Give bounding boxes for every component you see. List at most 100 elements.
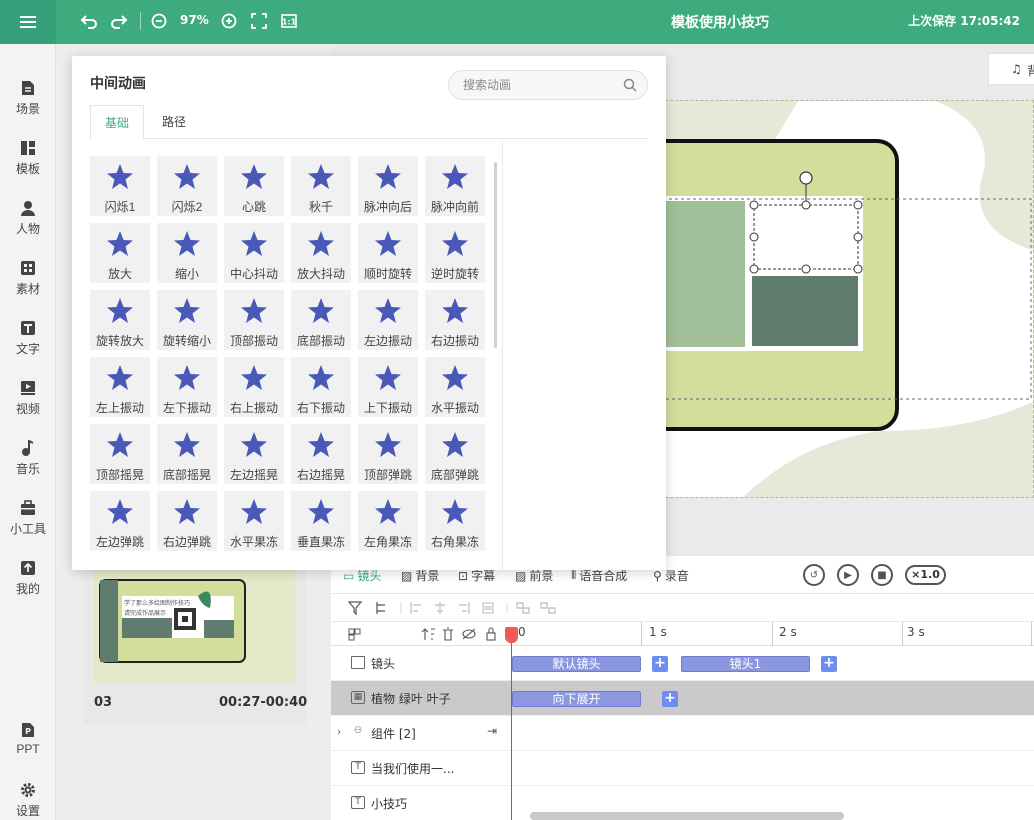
add-clip-button[interactable]: +: [662, 691, 678, 707]
animation-option[interactable]: 右下振动: [291, 357, 351, 417]
ungroup-icon: [540, 602, 556, 614]
star-icon: [375, 499, 401, 524]
sidebar-item-ppt[interactable]: P PPT: [0, 720, 56, 770]
timeline-ruler[interactable]: 0 1 s 2 s 3 s: [331, 622, 1034, 646]
sidebar-item-text[interactable]: 文字: [0, 318, 56, 368]
popup-divider: [502, 140, 503, 570]
animation-option[interactable]: 顺时旋转: [358, 223, 418, 283]
timeline-row-text-1[interactable]: T 当我们使用一...: [331, 751, 1034, 786]
tab-basic[interactable]: 基础: [90, 105, 145, 139]
animation-option[interactable]: 放大抖动: [291, 223, 351, 283]
menu-button[interactable]: [0, 0, 56, 44]
sidebar-item-video[interactable]: 视频: [0, 378, 56, 428]
animation-option[interactable]: 右边振动: [425, 290, 485, 350]
actual-size-icon[interactable]: 1:1: [278, 10, 300, 32]
background-music-button[interactable]: ♫ 背: [988, 53, 1034, 85]
star-icon: [174, 231, 200, 256]
animation-option[interactable]: 底部摇晃: [157, 424, 217, 484]
animation-option[interactable]: 顶部弹跳: [358, 424, 418, 484]
animation-option[interactable]: 水平振动: [425, 357, 485, 417]
sidebar-item-scene[interactable]: 场景: [0, 78, 56, 128]
animation-option[interactable]: 左角果冻: [358, 491, 418, 551]
visibility-icon: [462, 628, 476, 640]
ruler-tick: [902, 622, 903, 646]
add-clip-button[interactable]: +: [652, 656, 668, 672]
timeline-row-group[interactable]: › ⚇ 组件 [2] ⇥: [331, 716, 1034, 751]
sidebar-item-template[interactable]: 模板: [0, 138, 56, 188]
animation-option[interactable]: 上下振动: [358, 357, 418, 417]
animation-option[interactable]: 左上振动: [90, 357, 150, 417]
redo-icon[interactable]: [108, 10, 130, 32]
thumb-text: 请完成作品展示: [124, 610, 167, 617]
animation-option[interactable]: 放大: [90, 223, 150, 283]
sidebar-item-settings[interactable]: 设置: [0, 780, 56, 820]
speed-selector[interactable]: ×1.0: [905, 565, 946, 585]
star-icon: [375, 432, 401, 457]
zoom-level: 97%: [180, 13, 209, 27]
clip-camera-1[interactable]: 镜头1: [681, 656, 810, 672]
replay-button[interactable]: ↺: [803, 564, 825, 586]
sidebar-item-label: 我的: [15, 582, 40, 596]
distribute-icon: [482, 602, 494, 614]
animation-search-box[interactable]: [448, 70, 648, 100]
animation-option[interactable]: 右边弹跳: [157, 491, 217, 551]
animation-option[interactable]: 左下振动: [157, 357, 217, 417]
playhead-handle[interactable]: [505, 627, 518, 643]
animation-option[interactable]: 脉冲向前: [425, 156, 485, 216]
row-label: 植物 绿叶 叶子: [371, 692, 451, 706]
animation-label: 闪烁2: [171, 200, 203, 214]
star-icon: [442, 298, 468, 323]
animation-option[interactable]: 闪烁1: [90, 156, 150, 216]
animation-option[interactable]: 底部振动: [291, 290, 351, 350]
animation-option[interactable]: 垂直果冻: [291, 491, 351, 551]
animation-option[interactable]: 左边振动: [358, 290, 418, 350]
sidebar-item-person[interactable]: 人物: [0, 198, 56, 248]
search-input[interactable]: [463, 78, 613, 92]
animation-option[interactable]: 中心抖动: [224, 223, 284, 283]
animation-option[interactable]: 顶部摇晃: [90, 424, 150, 484]
animation-option[interactable]: 旋转放大: [90, 290, 150, 350]
fullscreen-icon[interactable]: [248, 10, 270, 32]
clip-expand-down[interactable]: 向下展开: [512, 691, 641, 707]
expand-chevron-icon[interactable]: ›: [337, 725, 341, 738]
exit-group-icon[interactable]: ⇥: [487, 724, 497, 738]
undo-icon[interactable]: [78, 10, 100, 32]
timeline-row-plant[interactable]: ▦ 植物 绿叶 叶子: [331, 681, 1034, 716]
animation-option[interactable]: 右角果冻: [425, 491, 485, 551]
clip-default-camera[interactable]: 默认镜头: [512, 656, 641, 672]
timeline-scrollbar[interactable]: [530, 812, 844, 820]
animation-option[interactable]: 闪烁2: [157, 156, 217, 216]
animation-option[interactable]: 右上振动: [224, 357, 284, 417]
animation-option[interactable]: 缩小: [157, 223, 217, 283]
ruler-label: 0: [518, 625, 526, 639]
ruler-tick: [1031, 622, 1032, 646]
zoom-out-icon[interactable]: [148, 10, 170, 32]
stop-button[interactable]: ■: [871, 564, 893, 586]
sidebar-item-mine[interactable]: 我的: [0, 558, 56, 608]
add-clip-button[interactable]: +: [821, 656, 837, 672]
animation-label: 闪烁1: [104, 200, 136, 214]
animation-option[interactable]: 底部弹跳: [425, 424, 485, 484]
animation-option[interactable]: 秋千: [291, 156, 351, 216]
animation-option[interactable]: 旋转缩小: [157, 290, 217, 350]
scene-thumbnail[interactable]: 学了那么多绘图制作技巧 请完成作品展示: [94, 568, 295, 683]
play-button[interactable]: ▶: [837, 564, 859, 586]
sidebar-item-material[interactable]: 素材: [0, 258, 56, 308]
animation-option[interactable]: 左边摇晃: [224, 424, 284, 484]
animation-option[interactable]: 右边摇晃: [291, 424, 351, 484]
search-icon[interactable]: [623, 78, 637, 92]
grid-scrollbar[interactable]: [494, 162, 497, 348]
zoom-in-icon[interactable]: [218, 10, 240, 32]
animation-option[interactable]: 水平果冻: [224, 491, 284, 551]
star-icon: [174, 499, 200, 524]
animation-option[interactable]: 脉冲向后: [358, 156, 418, 216]
sidebar-item-music[interactable]: 音乐: [0, 438, 56, 488]
sidebar-item-toolbox[interactable]: 小工具: [0, 498, 56, 548]
animation-option[interactable]: 左边弹跳: [90, 491, 150, 551]
animation-option[interactable]: 心跳: [224, 156, 284, 216]
tab-path[interactable]: 路径: [148, 105, 200, 139]
animation-option[interactable]: 顶部振动: [224, 290, 284, 350]
save-status: 上次保存 17:05:42: [908, 14, 1020, 28]
star-icon: [174, 164, 200, 189]
animation-option[interactable]: 逆时旋转: [425, 223, 485, 283]
